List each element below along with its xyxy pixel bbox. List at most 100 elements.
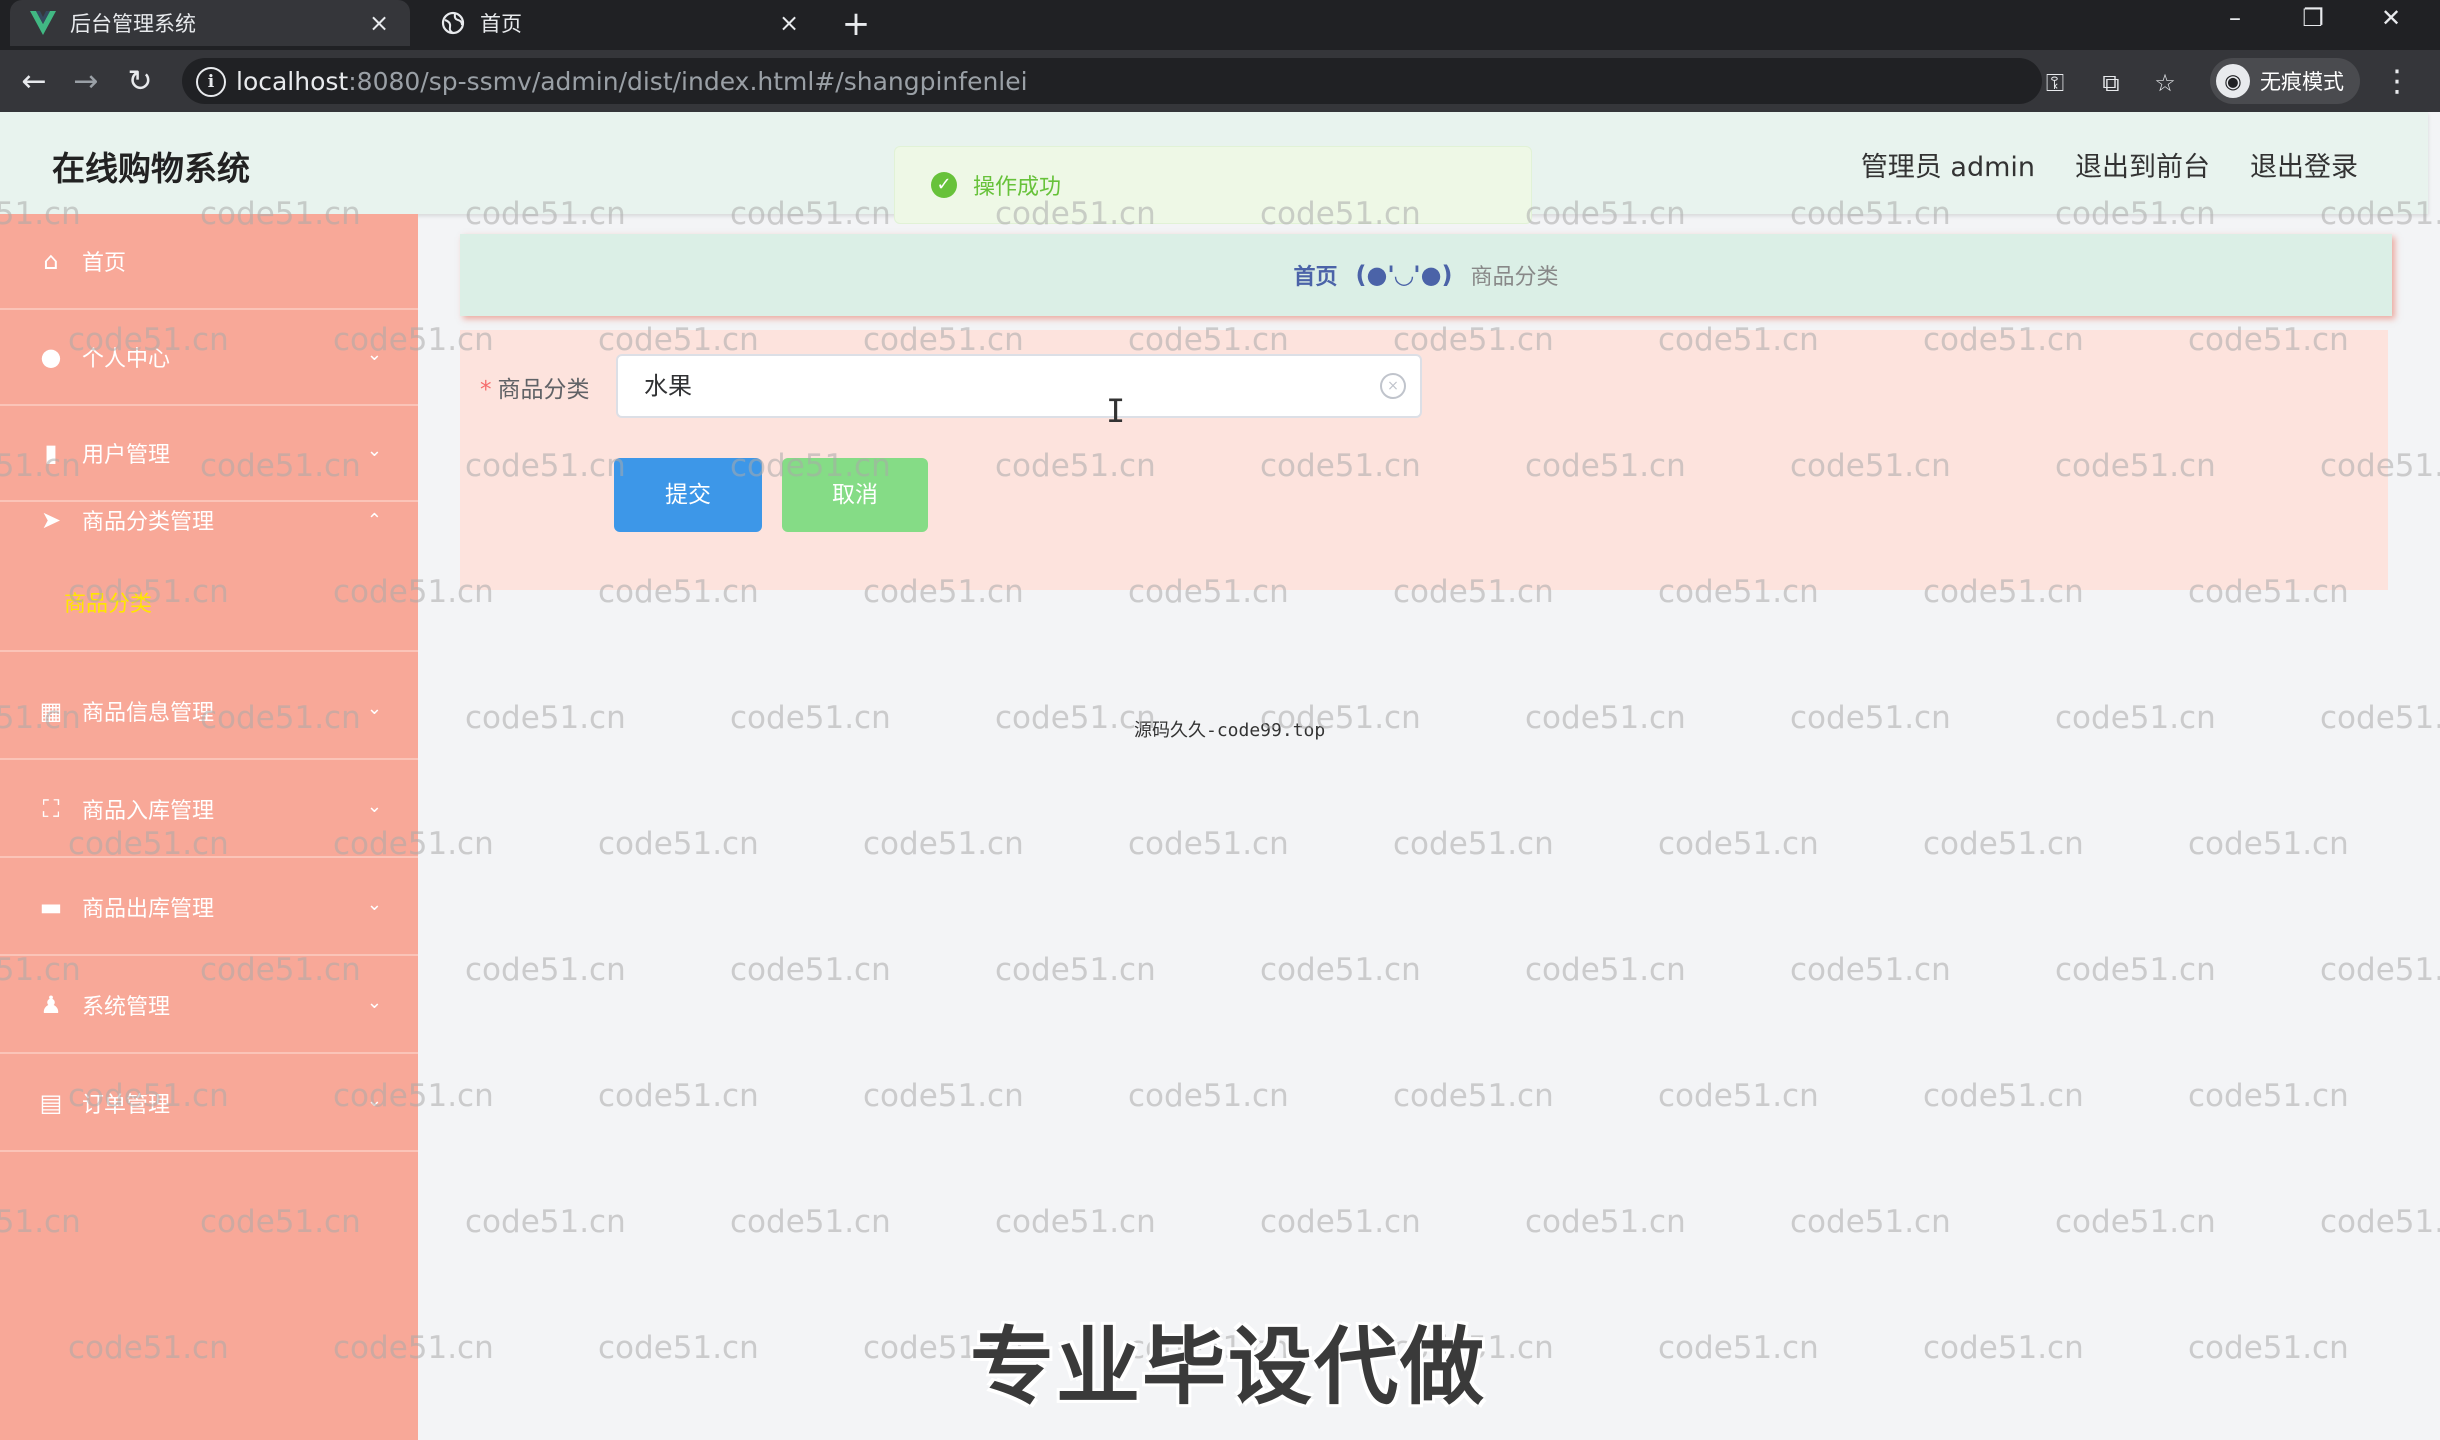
text-cursor-icon: I — [1106, 392, 1126, 430]
sidebar-item-label: 商品分类管理 — [82, 510, 215, 535]
chevron-down-icon: ⌄ — [366, 344, 382, 365]
category-field-label: * 商品分类 — [480, 377, 590, 403]
watermark-text: code51.cn — [2055, 1204, 2216, 1240]
scan-icon: ⛶ — [42, 795, 60, 823]
sidebar-item-label: 订单管理 — [82, 1093, 171, 1118]
browser-tab-strip: 后台管理系统 × 首页 × + – ❐ ✕ — [0, 0, 2440, 50]
address-toolbar: ← → ↻ i localhost:8080/sp-ssmv/admin/dis… — [0, 50, 2440, 112]
watermark-text: code51.cn — [1923, 1078, 2084, 1114]
watermark-text: code51.cn — [1260, 952, 1421, 988]
forward-arrow-icon[interactable]: → — [66, 62, 106, 102]
breadcrumb-home[interactable]: 首页 — [1293, 259, 1337, 291]
sidebar-item-orders[interactable]: ▤ 订单管理 ⌄ — [0, 1056, 418, 1152]
watermark-text: code51.cn — [1525, 700, 1686, 736]
new-tab-button[interactable]: + — [836, 6, 876, 42]
sidebar-item-label: 个人中心 — [82, 347, 171, 372]
breadcrumb: 首页 (●'◡'●) 商品分类 — [460, 234, 2392, 316]
clear-icon[interactable]: × — [1380, 373, 1406, 399]
browser-tab-home[interactable]: 首页 × — [420, 0, 820, 46]
info-icon[interactable]: i — [196, 67, 226, 97]
watermark-text: code51.cn — [730, 1204, 891, 1240]
sidebar-item-category-mgmt[interactable]: ➤ 商品分类管理 ⌃ — [0, 472, 418, 568]
breadcrumb-separator: (●'◡'●) — [1355, 261, 1453, 289]
watermark-text: code51.cn — [1128, 1078, 1289, 1114]
watermark-text: code51.cn — [863, 826, 1024, 862]
sidebar-item-home[interactable]: ⌂ 首页 — [0, 214, 418, 310]
watermark-text: code51.cn — [1393, 1078, 1554, 1114]
close-tab-icon[interactable]: × — [776, 10, 802, 36]
restore-icon[interactable]: ❐ — [2278, 0, 2348, 40]
clipboard-icon: ▤ — [39, 1089, 63, 1117]
watermark-text: code51.cn — [2320, 1204, 2440, 1240]
vue-logo-icon — [28, 8, 58, 38]
category-input-value: 水果 — [644, 372, 692, 400]
sidebar-item-stock-out[interactable]: ▬ 商品出库管理 ⌄ — [0, 860, 418, 956]
sidebar-item-label: 商品入库管理 — [82, 799, 215, 824]
sidebar-subitem-category[interactable]: 商品分类 — [0, 562, 418, 652]
user-icon: ● — [40, 343, 62, 371]
globe-icon — [438, 8, 468, 38]
incognito-badge[interactable]: ◉ 无痕模式 — [2210, 58, 2360, 104]
watermark-text: code51.cn — [2055, 700, 2216, 736]
cancel-button[interactable]: 取消 — [782, 458, 928, 532]
watermark-text: code51.cn — [2188, 1078, 2349, 1114]
chevron-down-icon: ⌄ — [366, 894, 382, 915]
browser-tab-title: 首页 — [480, 12, 522, 36]
close-tab-icon[interactable]: × — [366, 10, 392, 36]
sidebar-item-system[interactable]: ♟ 系统管理 ⌄ — [0, 958, 418, 1054]
person-icon: ♟ — [40, 991, 62, 1019]
watermark-text: code51.cn — [2055, 952, 2216, 988]
reload-icon[interactable]: ↻ — [120, 62, 160, 102]
chevron-down-icon: ⌄ — [366, 1090, 382, 1111]
watermark-text: code51.cn — [1790, 700, 1951, 736]
watermark-text: code51.cn — [1260, 1204, 1421, 1240]
watermark-text: code51.cn — [1128, 826, 1289, 862]
watermark-text: code51.cn — [1923, 1330, 2084, 1366]
watermark-text: code51.cn — [1525, 1204, 1686, 1240]
watermark-text: code51.cn — [730, 700, 891, 736]
success-toast: ✓ 操作成功 — [894, 146, 1532, 224]
admin-user-label: 管理员 admin — [1860, 152, 2035, 183]
submit-button[interactable]: 提交 — [614, 458, 762, 532]
browser-tab-title: 后台管理系统 — [70, 12, 196, 36]
star-icon[interactable]: ☆ — [2150, 68, 2180, 98]
browser-tab-admin[interactable]: 后台管理系统 × — [10, 0, 410, 46]
key-icon[interactable]: ⚿ — [2040, 68, 2070, 98]
incognito-label: 无痕模式 — [2260, 70, 2344, 94]
minimize-icon[interactable]: – — [2200, 0, 2270, 40]
check-circle-icon: ✓ — [931, 172, 957, 198]
url-text: localhost:8080/sp-ssmv/admin/dist/index.… — [236, 67, 1028, 96]
watermark-text: code51.cn — [598, 826, 759, 862]
watermark-text: code51.cn — [465, 700, 626, 736]
watermark-text: code51.cn — [730, 952, 891, 988]
back-arrow-icon[interactable]: ← — [14, 62, 54, 102]
watermark-text: code51.cn — [1658, 1078, 1819, 1114]
chevron-down-icon: ⌄ — [366, 796, 382, 817]
watermark-text: code51.cn — [1658, 1330, 1819, 1366]
toast-message: 操作成功 — [973, 175, 1062, 200]
sidebar-item-stock-in[interactable]: ⛶ 商品入库管理 ⌄ — [0, 762, 418, 858]
header-links: 管理员 admin 退出到前台 退出登录 — [1861, 145, 2358, 184]
watermark-text: code51.cn — [995, 1204, 1156, 1240]
more-menu-icon[interactable]: ⋮ — [2382, 64, 2412, 100]
sidebar-item-product-info[interactable]: ▦ 商品信息管理 ⌄ — [0, 664, 418, 760]
watermark-text: code51.cn — [1393, 826, 1554, 862]
back-to-front-link[interactable]: 退出到前台 — [2075, 145, 2210, 184]
category-input[interactable]: 水果 × — [616, 354, 1422, 418]
watermark-text: code51.cn — [2320, 952, 2440, 988]
sidebar-item-label: 系统管理 — [82, 995, 171, 1020]
close-window-icon[interactable]: ✕ — [2356, 0, 2426, 40]
translate-icon[interactable]: ⧉ — [2096, 68, 2126, 98]
address-bar[interactable]: i localhost:8080/sp-ssmv/admin/dist/inde… — [182, 58, 2176, 104]
center-note: 源码久久-code99.top — [1134, 720, 1326, 741]
watermark-text: code51.cn — [1923, 826, 2084, 862]
watermark-text: code51.cn — [995, 952, 1156, 988]
logout-link[interactable]: 退出登录 — [2250, 145, 2358, 184]
watermark-text: code51.cn — [2188, 1330, 2349, 1366]
watermark-text: code51.cn — [598, 1078, 759, 1114]
sidebar-item-profile[interactable]: ● 个人中心 ⌄ — [0, 310, 418, 406]
watermark-text: code51.cn — [2320, 700, 2440, 736]
watermark-text: code51.cn — [465, 952, 626, 988]
briefcase-icon: ▬ — [39, 893, 63, 921]
sidebar-item-label: 商品出库管理 — [82, 897, 215, 922]
